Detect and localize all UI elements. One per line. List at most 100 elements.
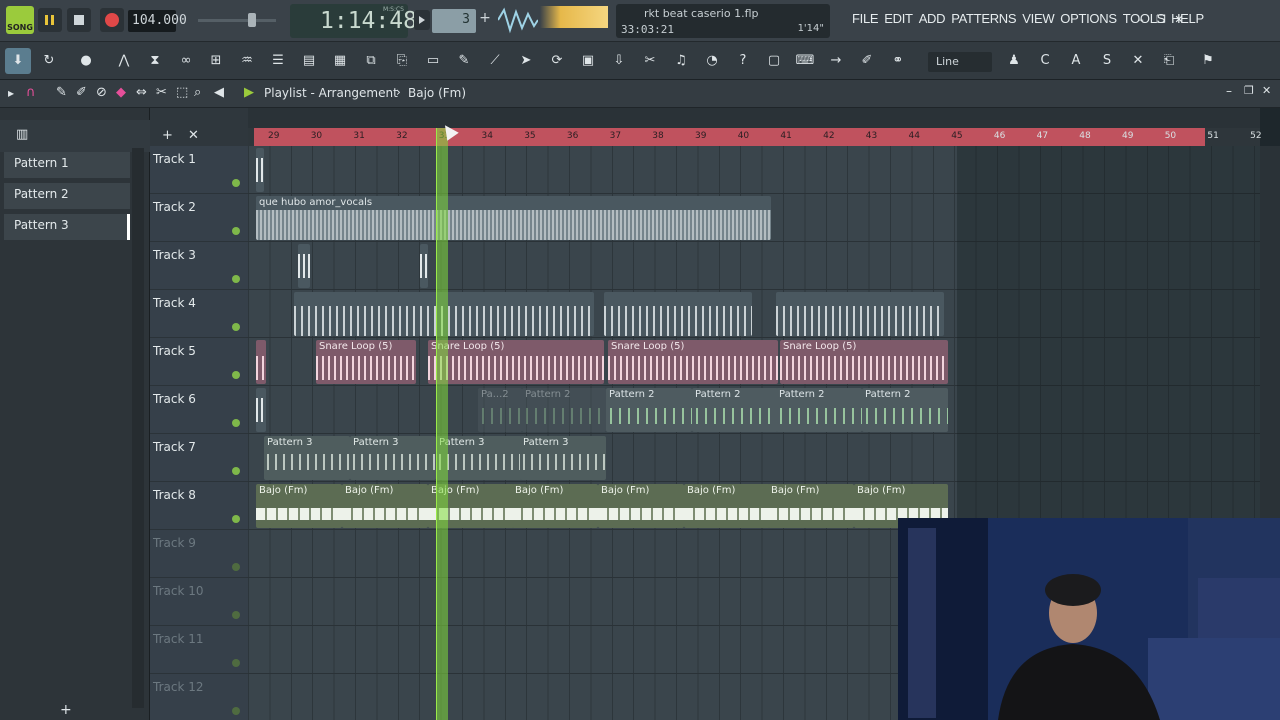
track-header[interactable]: Track 8	[150, 482, 248, 530]
picker-item-pattern-3[interactable]: Pattern 3	[4, 214, 130, 240]
pattern-clip[interactable]	[256, 388, 266, 432]
bajo-clip[interactable]: Bajo (Fm)	[598, 484, 684, 528]
track-header[interactable]: Track 2	[150, 194, 248, 242]
open-project-icon[interactable]: ⬇	[5, 48, 31, 74]
paint-tool-icon[interactable]: ✐	[76, 85, 87, 100]
alt-key-icon[interactable]: A	[1063, 48, 1089, 74]
pattern-3-clip[interactable]: Pattern 3	[436, 436, 522, 480]
pattern-2-clip[interactable]: Pattern 2	[862, 388, 948, 432]
pattern-3-clip[interactable]: Pattern 3	[264, 436, 350, 480]
track-header[interactable]: Track 5	[150, 338, 248, 386]
recycle-icon[interactable]: ↻	[36, 48, 62, 74]
audio-clip[interactable]	[776, 292, 944, 336]
snare-loop-clip[interactable]: Snare Loop (5)	[316, 340, 416, 384]
minimize-icon[interactable]: –	[1134, 13, 1148, 27]
menu-patterns[interactable]: PATTERNS	[951, 11, 1016, 26]
picker-item-pattern-1[interactable]: Pattern 1	[4, 152, 130, 178]
track-mute-led[interactable]	[232, 179, 240, 187]
track-mute-led[interactable]	[232, 323, 240, 331]
audio-clip[interactable]	[604, 292, 752, 336]
pause-button[interactable]	[38, 8, 62, 32]
microphone-icon[interactable]: ♫	[668, 48, 694, 74]
window-icon[interactable]: ▢	[761, 48, 787, 74]
track-header[interactable]: Track 3	[150, 242, 248, 290]
plugin-picker-icon[interactable]: ✎	[451, 48, 477, 74]
draw-tool-icon[interactable]: ✎	[56, 85, 67, 100]
menu-view[interactable]: VIEW	[1022, 11, 1054, 26]
close-icon[interactable]: ✕	[1172, 13, 1186, 27]
pattern-prev-icon[interactable]	[414, 10, 430, 30]
snap-selector[interactable]: Line	[928, 52, 992, 72]
track-mute-led[interactable]	[232, 371, 240, 379]
refresh-icon[interactable]: ⟳	[544, 48, 570, 74]
track-mute-led[interactable]	[232, 563, 240, 571]
magnet-icon[interactable]: ∩	[26, 85, 36, 100]
menu-edit[interactable]: EDIT	[884, 11, 913, 26]
track-mute-led[interactable]	[232, 515, 240, 523]
timeline-ruler[interactable]: 2930313233343536373839404142434445464748…	[248, 128, 1262, 146]
pattern-2-clip[interactable]: Pattern 2	[606, 388, 692, 432]
snare-loop-clip[interactable]: Snare Loop (5)	[428, 340, 604, 384]
ctrl-key-icon[interactable]: C	[1032, 48, 1058, 74]
add-pattern-icon[interactable]: +	[478, 10, 492, 30]
render-icon[interactable]: ⇩	[606, 48, 632, 74]
arrow-right-icon[interactable]: →	[823, 48, 849, 74]
metronome-icon[interactable]: ⋀	[111, 48, 137, 74]
pattern-selector[interactable]: 3	[432, 9, 476, 33]
playhead[interactable]	[436, 128, 448, 720]
browser-icon[interactable]: ⎘	[389, 48, 415, 74]
audio-clip[interactable]	[298, 244, 310, 288]
mixer-icon[interactable]: ⧉	[358, 48, 384, 74]
delete-tool-icon[interactable]: ⊘	[96, 85, 107, 100]
track-mute-led[interactable]	[232, 275, 240, 283]
plugin-database-icon[interactable]: ▭	[420, 48, 446, 74]
channel-rack-icon[interactable]: ▦	[327, 48, 353, 74]
bajo-clip[interactable]: Bajo (Fm)	[512, 484, 598, 528]
tools-icon[interactable]: ✕	[1125, 48, 1151, 74]
audio-clip[interactable]	[420, 244, 428, 288]
add-marker-icon[interactable]: +	[162, 128, 173, 143]
menu-file[interactable]: FILE	[852, 11, 879, 26]
menu-options[interactable]: OPTIONS	[1060, 11, 1117, 26]
menu-add[interactable]: ADD	[919, 11, 946, 26]
step-edit-icon[interactable]: ⊞	[203, 48, 229, 74]
track-mute-led[interactable]	[232, 467, 240, 475]
clipboard-icon[interactable]: ⎗	[1156, 48, 1182, 74]
slip-tool-icon[interactable]: ⇔	[136, 85, 147, 100]
pattern-2-clip[interactable]: Pattern 2	[692, 388, 778, 432]
time-display[interactable]: M:S:CS 1:14:48	[290, 4, 417, 38]
playlist-overview[interactable]	[248, 108, 1260, 128]
keyboard-icon[interactable]: ⌨	[792, 48, 818, 74]
cut-icon[interactable]: ✂	[637, 48, 663, 74]
collapse-icon[interactable]: ✕	[188, 128, 199, 143]
track-header[interactable]: Track 6	[150, 386, 248, 434]
piano-icon[interactable]: ▥	[16, 127, 28, 142]
playback-tool-icon[interactable]: ◀	[214, 85, 224, 100]
select-tool-icon[interactable]: ⬚	[176, 85, 188, 100]
pattern-2-clip[interactable]: Pa...2	[478, 388, 522, 432]
playlist-menu-arrow-icon[interactable]: ▸	[8, 86, 14, 100]
track-header[interactable]: Track 10	[150, 578, 248, 626]
pattern-play-icon[interactable]: ▶	[244, 85, 254, 100]
pen-tool-icon[interactable]: ✐	[854, 48, 880, 74]
pattern-clip[interactable]	[256, 340, 266, 384]
track-header[interactable]: Track 1	[150, 146, 248, 194]
blend-notes-icon[interactable]: ♒	[234, 48, 260, 74]
tempo-display[interactable]: 104.000	[128, 10, 187, 32]
bajo-clip[interactable]: Bajo (Fm)	[768, 484, 854, 528]
track-header[interactable]: Track 4	[150, 290, 248, 338]
save-icon[interactable]: ▣	[575, 48, 601, 74]
bajo-clip[interactable]: Bajo (Fm)	[684, 484, 770, 528]
zoom-tool-icon[interactable]: ⌕	[194, 85, 201, 100]
picker-add-icon[interactable]: +	[60, 702, 72, 718]
track-mute-led[interactable]	[232, 227, 240, 235]
master-pitch-knob-icon[interactable]: ●	[73, 48, 99, 74]
piano-roll-icon[interactable]: ▤	[296, 48, 322, 74]
picker-item-pattern-2[interactable]: Pattern 2	[4, 183, 130, 209]
picker-scrollbar[interactable]	[132, 148, 144, 708]
help-icon[interactable]: ?	[730, 48, 756, 74]
song-mode-button[interactable]: SONG	[6, 6, 34, 34]
bajo-clip[interactable]: Bajo (Fm)	[256, 484, 342, 528]
comment-icon[interactable]: ◔	[699, 48, 725, 74]
current-pattern-label[interactable]: Bajo (Fm)	[408, 86, 466, 100]
